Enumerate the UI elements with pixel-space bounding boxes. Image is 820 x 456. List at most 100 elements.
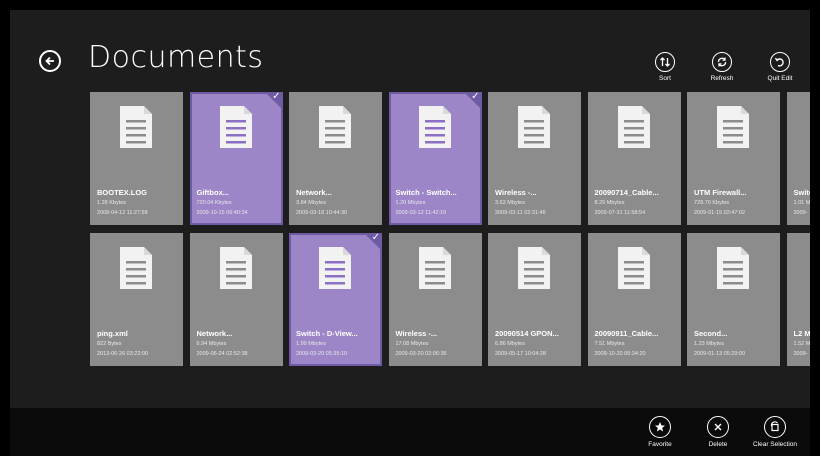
file-date: 2009-07-31 11:58:54 bbox=[594, 210, 646, 216]
file-size: 1.20 Mbytes bbox=[395, 200, 426, 206]
file-tile[interactable]: ping.xml 822 Bytes 2013-06-26 03:22:00 bbox=[90, 233, 183, 366]
file-date: 2009-10-20 06:34:20 bbox=[594, 351, 646, 357]
file-name: Switch - Switch... bbox=[395, 188, 457, 197]
file-tile[interactable]: Switch - D-View... 1.99 Mbytes 2009-03-20 … bbox=[289, 232, 382, 366]
selected-check-icon: ✓ bbox=[364, 232, 382, 251]
file-size: 1.23 Mbytes bbox=[694, 341, 724, 347]
file-tile[interactable]: Switc 1.01 M 2009- bbox=[786, 92, 811, 225]
document-icon bbox=[518, 106, 550, 148]
file-tile[interactable]: BOOTEX.LOG 1.28 Kbytes 2008-04-12 11:27:58 bbox=[90, 92, 183, 225]
file-date: 2009-03-20 05:35:10 bbox=[296, 351, 348, 357]
document-icon bbox=[617, 106, 650, 148]
document-icon bbox=[319, 106, 351, 148]
file-size: 822 Bytes bbox=[97, 341, 122, 347]
delete-label: Delete bbox=[708, 441, 728, 448]
delete-icon bbox=[707, 416, 729, 438]
file-tile[interactable]: 20090714_Cable... 8.29 Mbytes 2009-07-31 1… bbox=[587, 92, 681, 225]
file-size: 3.84 Mbytes bbox=[296, 200, 326, 206]
file-tile[interactable]: Giftbox... 720.04 Kbytes 2009-10-15 06:40:… bbox=[189, 92, 283, 225]
document-icon bbox=[120, 106, 152, 148]
file-date: 2009-03-20 02:06:36 bbox=[395, 351, 447, 357]
file-size: 17.08 Mbytes bbox=[395, 341, 429, 347]
file-name: Switch - D-View... bbox=[296, 329, 358, 338]
file-size: 7.51 Mbytes bbox=[594, 341, 625, 347]
file-tile[interactable]: Second... 1.23 Mbytes 2009-01-13 05:29:00 bbox=[687, 233, 780, 366]
clear-selection-label: Clear Selection bbox=[752, 441, 798, 448]
clear-selection-button[interactable]: Clear Selection bbox=[744, 416, 806, 448]
file-name: Switc bbox=[793, 188, 811, 197]
file-name: Wireless -... bbox=[495, 188, 537, 197]
file-name: 20090714_Cable... bbox=[594, 188, 659, 197]
back-button[interactable] bbox=[39, 50, 61, 72]
file-date: 2009-01-13 05:29:00 bbox=[694, 351, 746, 357]
file-size: 728.70 Kbytes bbox=[694, 200, 730, 206]
file-size: 1.99 Mbytes bbox=[296, 341, 326, 347]
file-tile[interactable]: Wireless -... 17.08 Mbytes 2009-03-20 02:0… bbox=[388, 233, 482, 366]
sort-label: Sort bbox=[659, 75, 671, 82]
file-date: 2009-05-17 10:04:28 bbox=[495, 351, 547, 357]
file-name: Network... bbox=[296, 188, 332, 197]
file-tile[interactable]: Wireless -... 3.63 Mbytes 2009-03-11 02:31… bbox=[488, 92, 581, 225]
document-icon bbox=[219, 247, 252, 289]
file-size: 8.29 Mbytes bbox=[594, 200, 625, 206]
back-arrow-icon bbox=[45, 56, 54, 66]
document-icon bbox=[319, 247, 351, 289]
document-icon bbox=[418, 247, 451, 289]
document-icon bbox=[518, 247, 550, 289]
file-name: Second... bbox=[694, 329, 728, 338]
file-name: 20090911_Cable... bbox=[594, 329, 659, 338]
page-title: Documents bbox=[88, 40, 264, 75]
file-date: 2009- bbox=[793, 351, 808, 357]
sort-button[interactable]: Sort bbox=[640, 52, 690, 82]
document-icon bbox=[120, 247, 152, 289]
file-tile[interactable]: UTM Firewall... 728.70 Kbytes 2009-01-15 0… bbox=[687, 92, 780, 225]
file-date: 2009-01-15 02:47:02 bbox=[694, 210, 746, 216]
file-date: 2009-03-11 02:31:46 bbox=[495, 210, 546, 216]
file-date: 2013-06-26 03:22:00 bbox=[97, 351, 149, 357]
documents-grid: BOOTEX.LOG 1.28 Kbytes 2008-04-12 11:27:58… bbox=[90, 92, 810, 370]
document-icon bbox=[717, 106, 749, 148]
document-icon bbox=[717, 247, 749, 289]
file-date: 2009-06-24 02:52:38 bbox=[196, 351, 248, 357]
file-date: 2009-03-12 11:42:10 bbox=[395, 210, 447, 216]
file-date: 2008-04-12 11:27:58 bbox=[97, 210, 148, 216]
favorite-button[interactable]: Favorite bbox=[632, 416, 688, 448]
star-icon bbox=[649, 416, 671, 438]
document-icon bbox=[219, 106, 252, 148]
file-name: L2 M bbox=[793, 329, 811, 338]
file-tile[interactable]: Network... 3.84 Mbytes 2009-03-18 10:44:30 bbox=[289, 92, 382, 225]
quit-edit-button[interactable]: Quit Edit bbox=[755, 52, 805, 82]
file-name: ping.xml bbox=[97, 329, 128, 338]
document-icon bbox=[617, 247, 650, 289]
file-size: 1.28 Kbytes bbox=[97, 200, 127, 206]
quit-edit-label: Quit Edit bbox=[767, 75, 793, 82]
file-date: 2009- bbox=[793, 210, 808, 216]
file-tile[interactable]: 20090911_Cable... 7.51 Mbytes 2009-10-20 0… bbox=[587, 233, 681, 366]
sort-icon bbox=[655, 52, 675, 72]
refresh-button[interactable]: Refresh bbox=[697, 52, 747, 82]
file-date: 2009-03-18 10:44:30 bbox=[296, 210, 348, 216]
refresh-icon bbox=[712, 52, 732, 72]
delete-button[interactable]: Delete bbox=[690, 416, 746, 448]
selected-check-icon: ✓ bbox=[264, 92, 283, 110]
document-icon bbox=[418, 106, 451, 148]
clear-selection-icon bbox=[764, 416, 786, 438]
file-tile[interactable]: Switch - Switch... 1.20 Mbytes 2009-03-12 … bbox=[388, 92, 482, 225]
file-tile[interactable]: 20090514 GPON... 6.86 Mbytes 2009-05-17 10… bbox=[488, 233, 581, 366]
app-screen: Documents Sort Refresh Quit Edit BOOTEX.… bbox=[10, 10, 810, 456]
favorite-label: Favorite bbox=[648, 441, 672, 448]
file-size: 720.04 Kbytes bbox=[196, 200, 232, 206]
file-size: 3.63 Mbytes bbox=[495, 200, 525, 206]
quit-edit-icon bbox=[770, 52, 790, 72]
file-size: 1.52 M bbox=[793, 341, 811, 347]
file-name: Network... bbox=[196, 329, 233, 338]
file-size: 1.01 M bbox=[793, 200, 811, 206]
file-size: 6.86 Mbytes bbox=[495, 341, 525, 347]
file-name: Wireless -... bbox=[395, 329, 438, 338]
file-date: 2009-10-15 06:40:34 bbox=[196, 210, 248, 216]
file-tile[interactable]: Network... 6.94 Mbytes 2009-06-24 02:52:38 bbox=[189, 233, 283, 366]
file-name: UTM Firewall... bbox=[694, 188, 747, 197]
file-name: Giftbox... bbox=[196, 188, 230, 197]
refresh-label: Refresh bbox=[710, 75, 734, 82]
file-tile[interactable]: L2 M 1.52 M 2009- bbox=[786, 233, 811, 366]
